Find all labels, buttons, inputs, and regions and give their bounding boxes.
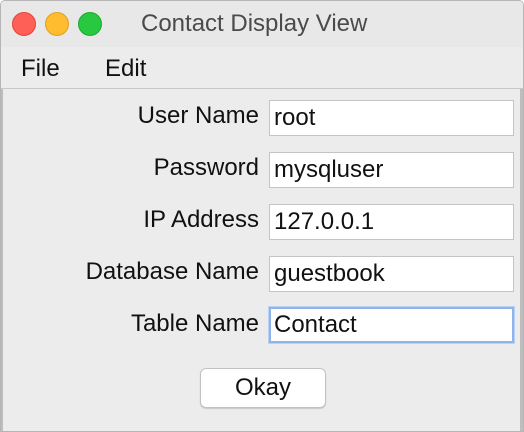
right-edge-divider [520, 89, 523, 431]
password-field[interactable] [269, 152, 514, 188]
user-name-field[interactable] [269, 100, 514, 136]
menu-file[interactable]: File [21, 55, 60, 83]
database-name-label: Database Name [85, 258, 259, 285]
close-icon[interactable] [12, 12, 36, 36]
window-title: Contact Display View [141, 10, 368, 37]
menu-bar: File Edit [1, 48, 523, 89]
user-name-label: User Name [137, 102, 259, 129]
ip-address-label: IP Address [143, 206, 259, 233]
minimize-icon[interactable] [45, 12, 69, 36]
table-name-field[interactable] [269, 307, 514, 343]
table-name-label: Table Name [130, 310, 259, 337]
okay-button[interactable]: Okay [200, 368, 326, 408]
title-bar: Contact Display View [1, 1, 523, 47]
ip-address-field[interactable] [269, 204, 514, 240]
menu-edit[interactable]: Edit [105, 55, 146, 83]
password-label: Password [153, 154, 259, 181]
left-edge-divider [1, 89, 3, 431]
maximize-icon[interactable] [78, 12, 102, 36]
app-window: Contact Display View File Edit User Name… [0, 0, 524, 432]
database-name-field[interactable] [269, 256, 514, 292]
